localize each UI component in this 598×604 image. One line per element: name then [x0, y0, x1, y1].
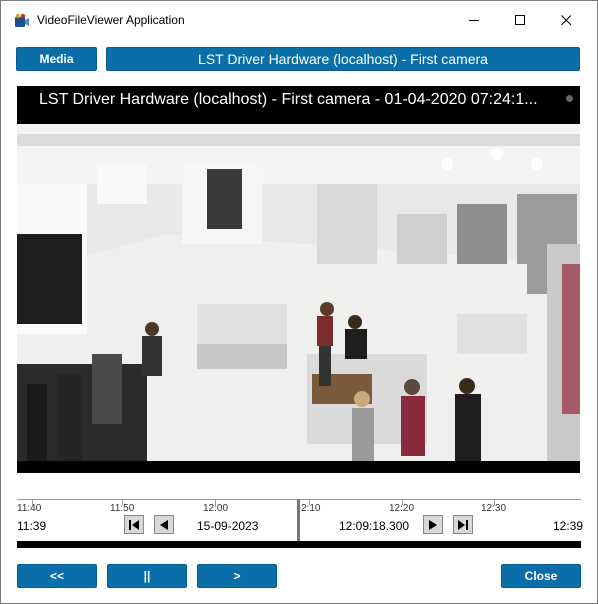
timeline-tick-label: 11:40	[17, 503, 42, 514]
timeline-tick-label: 2:10	[301, 503, 321, 514]
step-back-icon	[129, 519, 139, 530]
close-button[interactable]: Close	[501, 564, 581, 588]
video-viewport[interactable]: LST Driver Hardware (localhost) - First …	[17, 86, 580, 473]
timeline-cursor[interactable]	[297, 499, 300, 541]
play-backward-icon	[160, 519, 168, 530]
window-title: VideoFileViewer Application	[37, 13, 185, 27]
play-backward-button[interactable]	[154, 515, 174, 534]
video-caption: LST Driver Hardware (localhost) - First …	[39, 91, 538, 108]
timeline-tick-label: 11:50	[110, 503, 135, 514]
video-frame	[17, 124, 580, 461]
timeline-recording-bar[interactable]	[17, 541, 581, 548]
play-forward-icon	[429, 519, 437, 530]
play-forward-button[interactable]	[423, 515, 443, 534]
previous-button[interactable]: <<	[17, 564, 97, 588]
timeline[interactable]: 11:40 11:50 12:00 2:10 12:20 12:30 11:39…	[17, 491, 584, 549]
maximize-icon[interactable]	[497, 1, 543, 40]
media-button[interactable]: Media	[16, 47, 97, 71]
app-icon	[14, 13, 30, 29]
timeline-start-time: 11:39	[17, 519, 47, 533]
timeline-end-time: 12:39	[553, 519, 584, 533]
recording-indicator	[566, 95, 573, 102]
pause-button[interactable]: ||	[107, 564, 187, 588]
title-bar: VideoFileViewer Application	[1, 1, 597, 40]
timeline-tick-label: 12:30	[481, 503, 507, 514]
minimize-icon[interactable]	[451, 1, 497, 40]
next-button[interactable]: >	[197, 564, 277, 588]
step-forward-icon	[458, 519, 468, 530]
timeline-date: 15-09-2023	[197, 519, 259, 533]
next-frame-button[interactable]	[453, 515, 473, 534]
camera-select-button[interactable]: LST Driver Hardware (localhost) - First …	[106, 47, 580, 71]
app-window: VideoFileViewer Application Media LST Dr…	[0, 0, 598, 604]
timeline-tick-label: 12:00	[203, 503, 229, 514]
close-icon[interactable]	[543, 1, 589, 40]
timeline-tick-label: 12:20	[389, 503, 415, 514]
previous-frame-button[interactable]	[124, 515, 144, 534]
timeline-current-time: 12:09:18.300	[339, 519, 410, 533]
